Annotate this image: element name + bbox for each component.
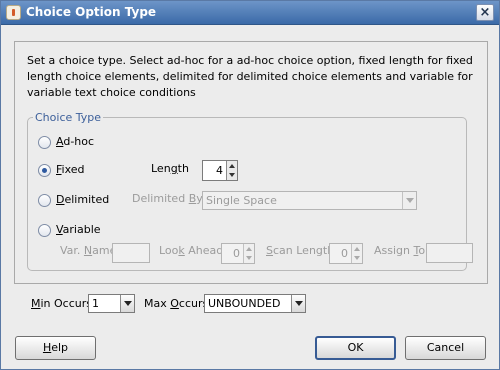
description-text: Set a choice type. Select ad-hoc for a a… <box>27 54 473 99</box>
spinner-down-icon[interactable] <box>229 173 235 177</box>
delimited-by-label: Delimited By <box>132 192 203 205</box>
spinner-up-icon[interactable] <box>246 247 252 251</box>
ok-button[interactable]: OK <box>315 336 396 360</box>
title-bar[interactable]: Choice Option Type × <box>1 1 499 25</box>
scan-length-value: 0 <box>341 247 348 260</box>
chevron-down-icon[interactable] <box>291 295 305 312</box>
choice-option-type-dialog: Choice Option Type × Set a choice type. … <box>0 0 500 370</box>
fixed-label[interactable]: Fixed <box>56 163 85 176</box>
spinner-down-icon[interactable] <box>246 256 252 260</box>
max-occurs-label: Max Occurs <box>144 297 209 310</box>
scan-length-label: Scan Length <box>266 244 335 257</box>
var-name-input[interactable] <box>112 243 150 263</box>
var-name-label: Var. Name <box>60 244 117 257</box>
variable-radio[interactable] <box>38 224 51 237</box>
cancel-button[interactable]: Cancel <box>405 336 486 360</box>
length-label: Length <box>151 162 189 175</box>
scan-length-spinner[interactable]: 0 <box>329 243 363 264</box>
min-occurs-value: 1 <box>92 297 99 310</box>
assign-to-input[interactable] <box>426 243 473 263</box>
max-occurs-value: UNBOUNDED <box>208 297 281 310</box>
chevron-down-icon[interactable] <box>402 192 416 209</box>
min-occurs-combo[interactable]: 1 <box>88 294 135 313</box>
adhoc-radio[interactable] <box>38 136 51 149</box>
look-ahead-value: 0 <box>233 247 240 260</box>
length-value: 4 <box>216 164 223 177</box>
length-spinner[interactable]: 4 <box>202 160 238 181</box>
delimited-by-combo[interactable]: Single Space <box>202 191 417 210</box>
spinner-down-icon[interactable] <box>354 256 360 260</box>
fixed-radio[interactable] <box>38 164 51 177</box>
chevron-down-icon[interactable] <box>120 295 134 312</box>
spinner-up-icon[interactable] <box>229 164 235 168</box>
look-ahead-spinner-arrows[interactable] <box>243 244 254 263</box>
max-occurs-combo[interactable]: UNBOUNDED <box>204 294 306 313</box>
java-app-icon <box>6 5 21 20</box>
assign-to-label: Assign To <box>374 244 426 257</box>
delimited-label[interactable]: Delimited <box>56 193 109 206</box>
window-title: Choice Option Type <box>26 5 157 19</box>
adhoc-label[interactable]: Ad-hoc <box>56 135 94 148</box>
look-ahead-spinner[interactable]: 0 <box>221 243 255 264</box>
close-icon: × <box>479 5 491 20</box>
min-occurs-label: Min Occurs <box>31 297 93 310</box>
delimited-by-value: Single Space <box>206 194 277 207</box>
variable-label[interactable]: Variable <box>56 223 101 236</box>
delimited-radio[interactable] <box>38 194 51 207</box>
scan-length-spinner-arrows[interactable] <box>351 244 362 263</box>
choice-type-legend: Choice Type <box>35 111 102 124</box>
close-button[interactable]: × <box>476 4 494 21</box>
spinner-up-icon[interactable] <box>354 247 360 251</box>
help-button[interactable]: Help <box>15 336 96 360</box>
look-ahead-label: Look Ahead <box>159 244 224 257</box>
length-spinner-arrows[interactable] <box>226 161 237 180</box>
